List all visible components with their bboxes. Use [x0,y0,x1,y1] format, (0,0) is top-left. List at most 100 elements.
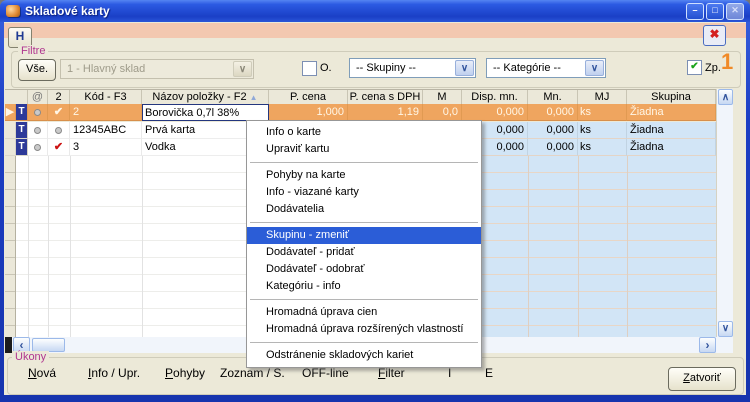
zatvorit-button[interactable]: Zatvoriť [668,367,736,391]
menu-separator [250,342,478,343]
menu-item[interactable]: Dodávateľ - pridať [247,244,481,261]
row-marker-icon: ▶ [5,104,16,121]
filters-group-label: Filtre [18,45,48,57]
attachment-dot-icon [28,104,48,121]
scrollbar-thumb[interactable] [32,338,65,352]
header-2[interactable]: 2 [48,90,70,104]
vertical-scrollbar[interactable]: ∧ ∨ [716,89,733,337]
header-mn[interactable]: Mn. [528,90,578,104]
skupiny-combobox[interactable]: -- Skupiny -- ∨ [349,58,476,78]
o-checkbox[interactable] [302,61,317,76]
cell-pcena-dph[interactable]: 1,19 [348,104,423,121]
scroll-down-icon[interactable]: ∨ [718,321,733,337]
chevron-down-icon[interactable]: ∨ [585,60,604,76]
table-row[interactable]: ▶ T ✔ 2 Borovička 0,7l 38% 1,000 1,19 0,… [5,104,716,121]
table-header[interactable]: @ 2 Kód - F3 Názov položky - F2 ▲ P. cen… [5,89,716,105]
context-menu: Info o karte Upraviť kartu Pohyby na kar… [246,120,482,368]
count-badge: 1 [721,49,733,75]
header-m[interactable]: M [423,90,462,104]
menu-item-selected[interactable]: Skupinu - zmeniť [247,227,481,244]
dot-icon [48,122,70,139]
vse-button[interactable]: Vše. [18,59,56,81]
cell-skupina[interactable]: Žiadna [627,122,716,139]
cell-disp-mn[interactable]: 0,000 [462,104,528,121]
minimize-button[interactable]: – [686,3,704,20]
inline-edit-field[interactable]: Borovička 0,7l 38% [142,104,269,121]
cell-kod[interactable]: 12345ABC [70,122,142,139]
fixed-column-splitter[interactable] [5,337,12,353]
offline-button[interactable]: OFF-line [302,366,349,380]
nova-button[interactable]: Nová [28,366,56,380]
header-kod[interactable]: Kód - F3 [70,90,142,104]
header-mj[interactable]: MJ [578,90,627,104]
cell-mj[interactable]: ks [578,122,627,139]
cell-pcena[interactable]: 1,000 [269,104,348,121]
menu-separator [250,299,478,300]
cell-m[interactable]: 0,0 [423,104,462,121]
scroll-right-icon[interactable]: › [699,337,716,353]
menu-item[interactable]: Odstránenie skladových kariet [247,347,481,364]
tag-badge: T [16,139,28,156]
close-button[interactable]: ✕ [726,3,744,20]
menu-item[interactable]: Upraviť kartu [247,141,481,158]
header-blank [5,90,28,104]
header-disp-mn[interactable]: Disp. mn. [462,90,528,104]
menu-item[interactable]: Hromadná úprava cien [247,304,481,321]
warehouse-combobox: 1 - Hlavný sklad ∨ [60,59,254,79]
title-bar[interactable]: Skladové karty – □ ✕ [0,0,750,22]
info-upr-button[interactable]: Info / Upr. [88,366,140,380]
sort-asc-icon: ▲ [250,93,258,102]
skupiny-value: -- Skupiny -- [356,59,455,77]
zp-checkbox-label: Zp. [705,62,721,74]
row-gutter [5,156,16,337]
warehouse-value: 1 - Hlavný sklad [67,60,233,78]
check-icon: ✔ [48,104,70,121]
header-pcena[interactable]: P. cena [269,90,348,104]
header-pcena-dph[interactable]: P. cena s DPH [348,90,423,104]
menu-item[interactable]: Info - viazané karty [247,184,481,201]
menu-item[interactable]: Hromadná úprava rozšírených vlastností [247,321,481,338]
check-icon: ✔ [48,139,70,156]
cell-skupina[interactable]: Žiadna [627,139,716,156]
zp-checkbox[interactable]: ✔ [687,60,702,75]
cell-skupina[interactable]: Žiadna [627,104,716,121]
zoznam-button[interactable]: Zoznam / S. [220,366,285,380]
cell-mj[interactable]: ks [578,104,627,121]
menu-item[interactable]: Dodávatelia [247,201,481,218]
tag-badge: T [16,122,28,139]
window-title: Skladové karty [25,4,110,18]
tag-badge: T [16,104,28,121]
menu-separator [250,162,478,163]
cell-mn[interactable]: 0,000 [528,139,578,156]
menu-item[interactable]: Dodávateľ - odobrať [247,261,481,278]
filter-button[interactable]: Filter [378,366,405,380]
pohyby-button[interactable]: Pohyby [165,366,205,380]
paperclip-icon[interactable]: @ [28,90,48,104]
cell-kod[interactable]: 2 [70,104,142,121]
e-button[interactable]: E [485,366,493,380]
header-skupina[interactable]: Skupina [627,90,716,104]
menu-item[interactable]: Info o karte [247,124,481,141]
chevron-down-icon[interactable]: ∨ [455,60,474,76]
cell-mn[interactable]: 0,000 [528,122,578,139]
o-checkbox-label: O. [320,62,332,74]
kategorie-combobox[interactable]: -- Kategórie -- ∨ [486,58,606,78]
chevron-down-icon: ∨ [233,61,252,77]
cell-mj[interactable]: ks [578,139,627,156]
menu-item[interactable]: Kategóriu - info [247,278,481,295]
close-red-icon[interactable]: ✖ [703,25,726,46]
cell-mn[interactable]: 0,000 [528,104,578,121]
maximize-button[interactable]: □ [706,3,724,20]
cell-kod[interactable]: 3 [70,139,142,156]
attachment-dot-icon [28,139,48,156]
app-window: Skladové karty – □ ✕ H ✖ Filtre Vše. 1 -… [0,0,750,402]
scrollbar-corner [716,337,733,353]
scroll-up-icon[interactable]: ∧ [718,89,733,105]
header-nazov[interactable]: Názov položky - F2 ▲ [142,90,269,104]
attachment-dot-icon [28,122,48,139]
grid-readonly-area [462,139,716,337]
i-button[interactable]: I [448,366,451,380]
menu-item[interactable]: Pohyby na karte [247,167,481,184]
actions-group-label: Úkony [12,351,49,363]
toolbar-strip [4,23,746,38]
